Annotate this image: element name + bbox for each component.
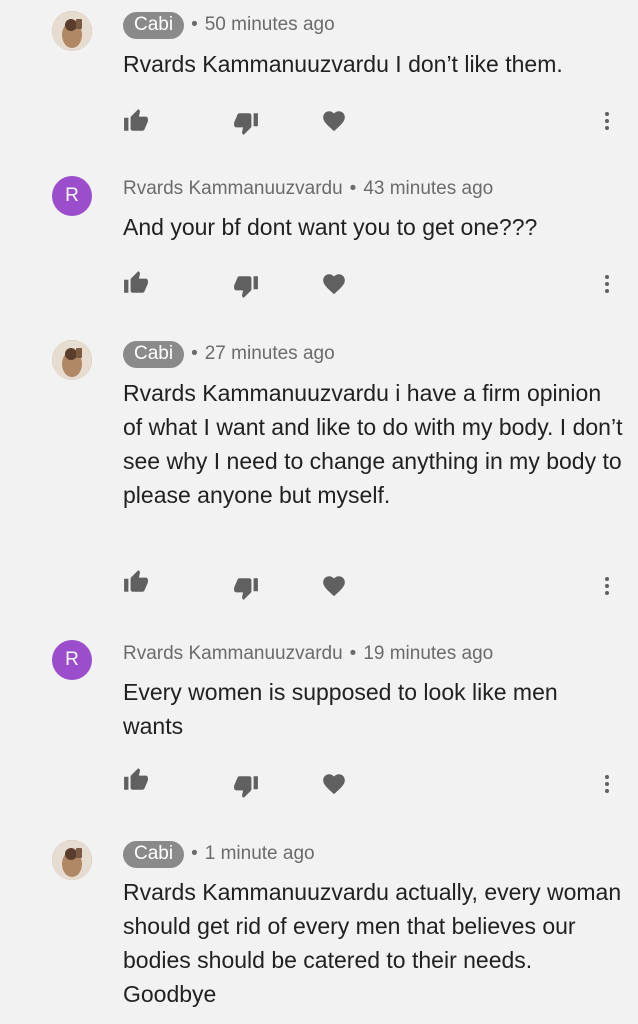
- timestamp: 50 minutes ago: [204, 14, 335, 35]
- avatar-initial: R: [65, 185, 79, 206]
- thumb-up-icon: [123, 108, 149, 134]
- dislike-button[interactable]: [232, 574, 260, 602]
- heart-button[interactable]: [320, 270, 348, 298]
- more-vert-icon: [595, 573, 619, 599]
- more-vert-icon: [595, 771, 619, 797]
- thumb-up-icon: [123, 569, 149, 595]
- timestamp: 19 minutes ago: [363, 643, 494, 664]
- separator-dot: •: [191, 343, 198, 364]
- comment-meta: Rvards Kammanuuzvardu • 43 minutes ago: [123, 175, 493, 203]
- more-options-button[interactable]: [594, 107, 620, 135]
- author-name[interactable]: Rvards Kammanuuzvardu: [123, 643, 343, 665]
- comment-meta: Cabi • 1 minute ago: [123, 840, 315, 868]
- comment-text: And your bf dont want you to get one???: [123, 214, 538, 240]
- avatar[interactable]: [52, 11, 92, 51]
- like-button[interactable]: [122, 269, 150, 297]
- separator-dot: •: [191, 843, 198, 864]
- separator-dot: •: [349, 643, 357, 664]
- thumb-up-icon: [123, 270, 149, 296]
- avatar-initial: R: [65, 649, 79, 670]
- heart-icon: [321, 573, 347, 599]
- dislike-button[interactable]: [232, 109, 260, 137]
- avatar[interactable]: R: [52, 640, 92, 680]
- avatar[interactable]: [52, 340, 92, 380]
- author-name[interactable]: Rvards Kammanuuzvardu: [123, 178, 343, 200]
- comment-text: Rvards Kammanuuzvardu i have a firm opin…: [123, 380, 623, 508]
- thumb-down-icon: [233, 773, 259, 799]
- author-badge[interactable]: Cabi: [123, 840, 185, 868]
- author-badge[interactable]: Cabi: [123, 11, 185, 39]
- separator-dot: •: [191, 14, 198, 35]
- more-options-button[interactable]: [594, 572, 620, 600]
- timestamp: 43 minutes ago: [363, 178, 494, 199]
- heart-button[interactable]: [320, 770, 348, 798]
- more-options-button[interactable]: [594, 270, 620, 298]
- comment-text: Rvards Kammanuuzvardu I don’t like them.: [123, 51, 563, 77]
- heart-icon: [321, 108, 347, 134]
- dislike-button[interactable]: [232, 272, 260, 300]
- like-button[interactable]: [122, 568, 150, 596]
- timestamp: 27 minutes ago: [204, 343, 335, 364]
- thumb-down-icon: [233, 273, 259, 299]
- more-vert-icon: [595, 108, 619, 134]
- thumb-down-icon: [233, 110, 259, 136]
- heart-icon: [321, 771, 347, 797]
- thumb-down-icon: [233, 575, 259, 601]
- comment-text: Rvards Kammanuuzvardu actually, every wo…: [123, 879, 622, 1007]
- dislike-button[interactable]: [232, 772, 260, 800]
- avatar[interactable]: R: [52, 176, 92, 216]
- comment-meta: Cabi • 50 minutes ago: [123, 11, 335, 39]
- more-vert-icon: [595, 271, 619, 297]
- timestamp: 1 minute ago: [204, 843, 315, 864]
- heart-icon: [321, 271, 347, 297]
- comment-text: Every women is supposed to look like men…: [123, 679, 558, 739]
- like-button[interactable]: [122, 107, 150, 135]
- avatar[interactable]: [52, 840, 92, 880]
- like-button[interactable]: [122, 766, 150, 794]
- heart-button[interactable]: [320, 572, 348, 600]
- more-options-button[interactable]: [594, 770, 620, 798]
- comment-meta: Rvards Kammanuuzvardu • 19 minutes ago: [123, 640, 493, 668]
- comment-meta: Cabi • 27 minutes ago: [123, 340, 335, 368]
- thumb-up-icon: [123, 767, 149, 793]
- heart-button[interactable]: [320, 107, 348, 135]
- author-badge[interactable]: Cabi: [123, 340, 185, 368]
- separator-dot: •: [349, 178, 357, 199]
